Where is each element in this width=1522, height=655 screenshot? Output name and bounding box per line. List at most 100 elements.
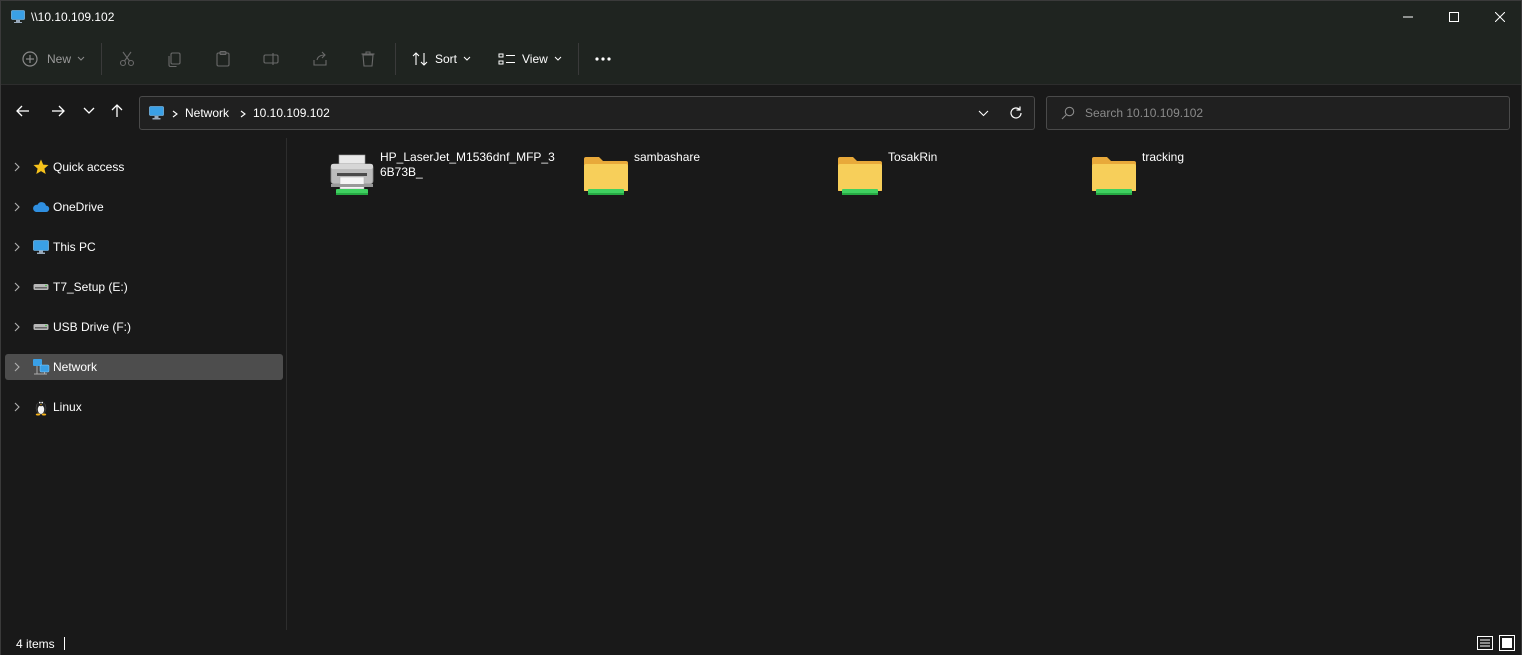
sidebar-item-label: Quick access xyxy=(53,160,125,174)
share-icon xyxy=(313,51,327,66)
chevron-down-icon xyxy=(463,56,471,61)
list-item[interactable]: TosakRin xyxy=(836,148,1076,208)
shared-folder-icon xyxy=(584,157,628,195)
chevron-right-icon[interactable] xyxy=(12,162,22,172)
refresh-icon[interactable] xyxy=(1008,105,1024,121)
maximize-button[interactable] xyxy=(1431,1,1477,33)
chevron-right-icon[interactable] xyxy=(12,362,22,372)
arrow-up-icon xyxy=(111,104,123,117)
toolbar-divider xyxy=(395,43,396,75)
title-bar[interactable]: \\10.10.109.102 xyxy=(1,1,1521,33)
search-icon xyxy=(1061,106,1075,120)
list-item[interactable]: HP_LaserJet_M1536dnf_MFP_36B73B_ xyxy=(328,148,568,208)
item-name: tracking xyxy=(1142,150,1185,164)
status-bar: 4 items xyxy=(1,631,1521,655)
arrow-left-icon xyxy=(16,105,29,117)
minimize-button[interactable] xyxy=(1385,1,1431,33)
sort-icon xyxy=(412,52,428,66)
chevron-right-icon xyxy=(240,110,246,118)
sidebar-item-network[interactable]: Network xyxy=(5,354,283,380)
chevron-right-icon[interactable] xyxy=(12,402,22,412)
new-label: New xyxy=(47,52,72,66)
rename-icon xyxy=(263,53,279,65)
trash-icon xyxy=(361,51,375,67)
chevron-right-icon[interactable] xyxy=(12,282,22,292)
copy-button[interactable] xyxy=(166,45,184,73)
list-item[interactable]: sambashare xyxy=(582,148,822,208)
close-button[interactable] xyxy=(1477,1,1522,33)
sidebar-item-onedrive[interactable]: OneDrive xyxy=(5,194,283,220)
monitor-icon xyxy=(33,240,49,254)
sidebar-item-linux[interactable]: Linux xyxy=(5,394,283,420)
arrow-right-icon xyxy=(52,105,65,117)
sidebar-item-label: Network xyxy=(53,360,98,374)
minimize-icon xyxy=(1403,16,1413,18)
paste-icon xyxy=(216,50,230,67)
chevron-down-icon xyxy=(554,56,562,61)
search-box[interactable] xyxy=(1046,96,1510,130)
view-button[interactable]: View xyxy=(498,45,562,73)
sort-button[interactable]: Sort xyxy=(411,45,471,73)
details-view-icon[interactable] xyxy=(1476,634,1494,652)
cut-button[interactable] xyxy=(118,45,136,73)
toolbar-divider xyxy=(101,43,102,75)
sidebar-item-t7-setup[interactable]: T7_Setup (E:) xyxy=(5,274,283,300)
view-icon xyxy=(498,53,515,65)
share-button[interactable] xyxy=(311,45,329,73)
chevron-down-icon[interactable] xyxy=(978,110,989,117)
toolbar-divider xyxy=(578,43,579,75)
shared-folder-icon xyxy=(838,157,882,195)
window-title: \\10.10.109.102 xyxy=(31,10,115,24)
sidebar-item-this-pc[interactable]: This PC xyxy=(5,234,283,260)
cut-icon xyxy=(119,51,135,67)
network-icon xyxy=(33,359,50,375)
item-name: TosakRin xyxy=(888,150,938,164)
breadcrumb-host[interactable]: 10.10.109.102 xyxy=(253,106,330,120)
sidebar-item-label: OneDrive xyxy=(53,200,104,214)
item-name: HP_LaserJet_M1536dnf_MFP_36B73B_ xyxy=(380,150,555,179)
search-input[interactable] xyxy=(1085,104,1485,122)
large-icons-view-icon[interactable] xyxy=(1498,634,1516,652)
sidebar-item-label: Linux xyxy=(53,400,82,414)
command-bar: New Sort View xyxy=(1,33,1521,85)
sidebar-item-quick-access[interactable]: Quick access xyxy=(5,154,283,180)
paste-button[interactable] xyxy=(214,45,232,73)
navigation-pane: Quick access OneDrive This PC T7_Setup (… xyxy=(1,138,287,630)
printer-icon xyxy=(330,154,374,195)
chevron-right-icon[interactable] xyxy=(12,322,22,332)
explorer-window: \\10.10.109.102 New Sort View Network 10… xyxy=(0,0,1522,655)
chevron-right-icon xyxy=(172,110,178,118)
item-name: sambashare xyxy=(634,150,701,164)
rename-button[interactable] xyxy=(262,45,280,73)
breadcrumb-network[interactable]: Network xyxy=(185,106,229,120)
chevron-right-icon[interactable] xyxy=(12,202,22,212)
back-button[interactable] xyxy=(12,100,34,122)
file-list: HP_LaserJet_M1536dnf_MFP_36B73B_ sambash… xyxy=(288,138,1521,630)
chevron-right-icon[interactable] xyxy=(12,242,22,252)
more-icon xyxy=(595,57,611,61)
forward-button[interactable] xyxy=(47,100,69,122)
recent-locations-button[interactable] xyxy=(78,100,100,122)
star-icon xyxy=(33,159,49,174)
sidebar-item-usb-drive[interactable]: USB Drive (F:) xyxy=(5,314,283,340)
computer-icon xyxy=(11,10,25,23)
address-bar[interactable]: Network 10.10.109.102 xyxy=(139,96,1035,130)
penguin-icon xyxy=(35,399,47,416)
view-label: View xyxy=(522,52,548,66)
list-item[interactable]: tracking xyxy=(1090,148,1330,208)
chevron-down-icon xyxy=(83,107,95,114)
maximize-icon xyxy=(1449,12,1459,22)
up-button[interactable] xyxy=(106,100,128,122)
status-divider xyxy=(64,637,65,650)
new-button[interactable]: New xyxy=(21,45,85,73)
delete-button[interactable] xyxy=(359,45,377,73)
drive-icon xyxy=(33,324,49,330)
see-more-button[interactable] xyxy=(594,45,612,73)
computer-icon xyxy=(149,106,164,120)
drive-icon xyxy=(33,284,49,290)
shared-folder-icon xyxy=(1092,157,1136,195)
add-icon xyxy=(22,51,38,67)
chevron-down-icon xyxy=(77,56,85,61)
sidebar-item-label: T7_Setup (E:) xyxy=(53,280,128,294)
sort-label: Sort xyxy=(435,52,458,66)
